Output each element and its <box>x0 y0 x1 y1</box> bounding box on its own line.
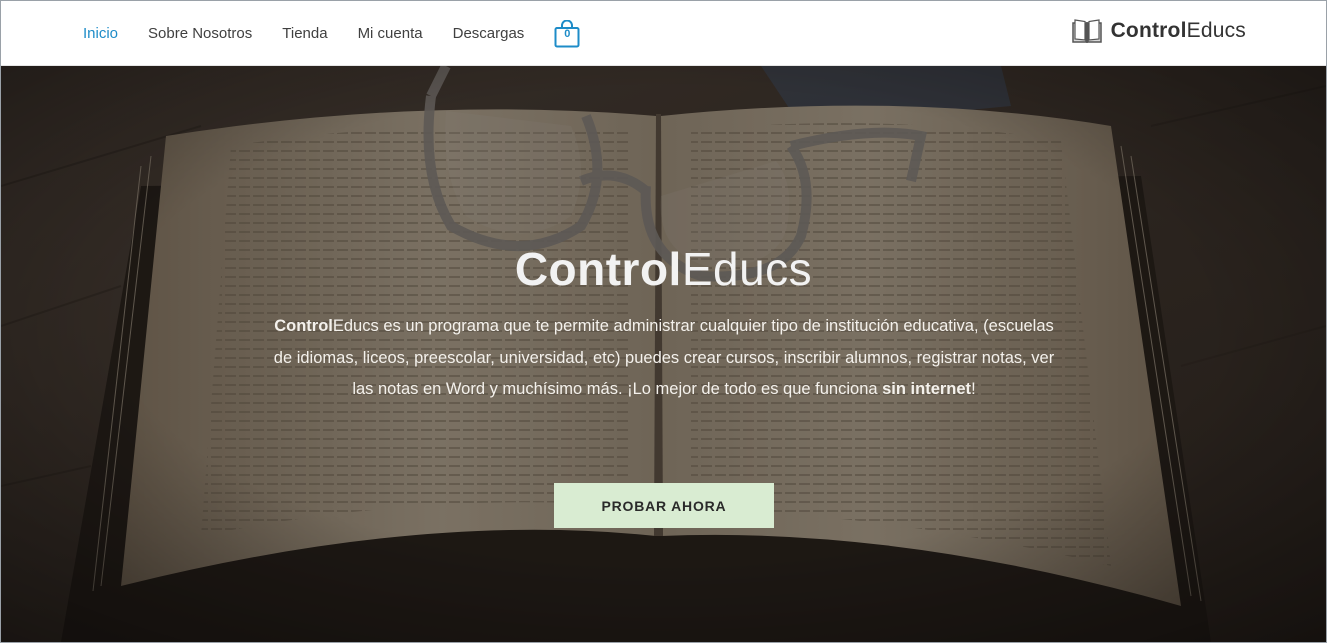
hero-desc-tail: ! <box>971 380 976 398</box>
brand-name: ControlEducs <box>1111 19 1246 43</box>
hero-description: ControlEducs es un programa que te permi… <box>263 311 1065 406</box>
open-book-icon <box>1071 19 1102 43</box>
browser-viewport: Inicio Sobre Nosotros Tienda Mi cuenta D… <box>0 0 1327 643</box>
nav-item-descargas[interactable]: Descargas <box>453 25 525 42</box>
hero-title-bold: Control <box>514 243 682 295</box>
cart-button[interactable]: 0 <box>554 20 580 48</box>
brand-name-bold: Control <box>1110 19 1187 42</box>
hero-title-light: Educs <box>681 243 813 295</box>
hero-title: ControlEducs <box>1 242 1326 296</box>
nav-item-inicio[interactable]: Inicio <box>83 25 118 42</box>
hero-section: ControlEducs ControlEducs es un programa… <box>1 66 1326 642</box>
nav-item-sobre-nosotros[interactable]: Sobre Nosotros <box>148 25 252 42</box>
cart-count-badge: 0 <box>564 28 571 40</box>
probar-ahora-button[interactable]: PROBAR AHORA <box>554 483 774 528</box>
brand-name-light: Educs <box>1186 19 1246 42</box>
nav-item-tienda[interactable]: Tienda <box>282 25 327 42</box>
hero-desc-bold-end: sin internet <box>882 380 972 398</box>
hero-desc-bold-start: Control <box>274 317 333 335</box>
nav-item-mi-cuenta[interactable]: Mi cuenta <box>358 25 423 42</box>
brand-logo[interactable]: ControlEducs <box>1071 17 1246 45</box>
site-header: Inicio Sobre Nosotros Tienda Mi cuenta D… <box>1 1 1326 66</box>
main-nav: Inicio Sobre Nosotros Tienda Mi cuenta D… <box>83 1 580 65</box>
